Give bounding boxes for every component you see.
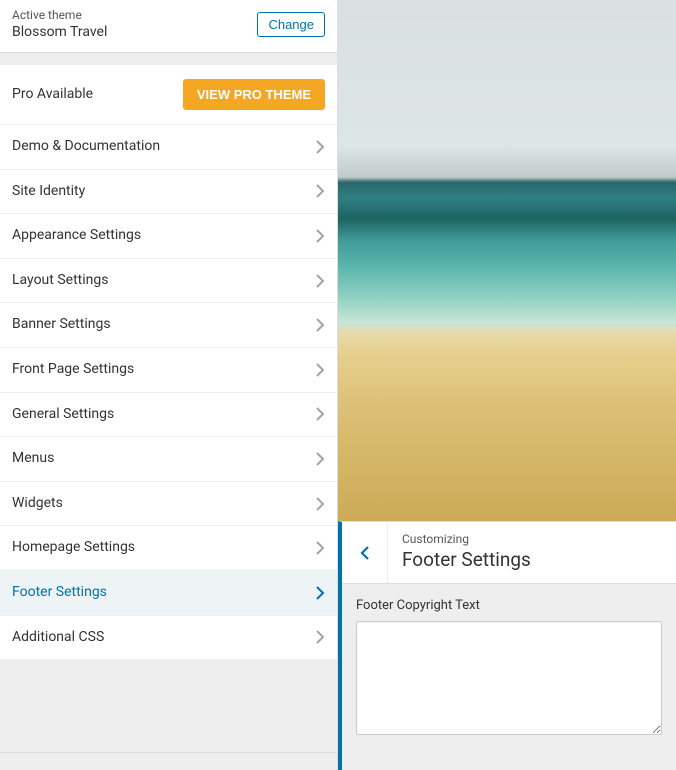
chevron-right-icon [315,497,325,511]
pro-available-label: Pro Available [12,85,93,105]
footer-copyright-textarea[interactable] [356,621,662,735]
nav-item-label: Demo & Documentation [12,137,160,157]
chevron-right-icon [315,541,325,555]
nav-demo-documentation[interactable]: Demo & Documentation [0,125,337,170]
settings-accordion: Pro Available VIEW PRO THEME Demo & Docu… [0,65,337,660]
nav-general-settings[interactable]: General Settings [0,393,337,438]
nav-item-label: Widgets [12,494,63,514]
nav-item-label: Banner Settings [12,315,111,335]
nav-banner-settings[interactable]: Banner Settings [0,303,337,348]
active-theme-label: Active theme [12,8,107,22]
view-pro-theme-button[interactable]: VIEW PRO THEME [183,79,325,110]
active-theme-block: Active theme Blossom Travel Change [0,0,337,53]
bottom-toolbar [0,752,337,770]
chevron-right-icon [315,229,325,243]
spacer [0,53,337,65]
panel-title: Footer Settings [402,548,531,571]
nav-site-identity[interactable]: Site Identity [0,170,337,215]
control-area: Footer Copyright Text [342,584,676,753]
site-preview-image [338,0,676,521]
nav-homepage-settings[interactable]: Homepage Settings [0,526,337,571]
change-theme-button[interactable]: Change [257,12,325,37]
chevron-right-icon [315,274,325,288]
pro-available-row: Pro Available VIEW PRO THEME [0,65,337,125]
chevron-right-icon [315,318,325,332]
nav-item-label: General Settings [12,405,114,425]
preview-area: Customizing Footer Settings Footer Copyr… [338,0,676,770]
nav-item-label: Menus [12,449,54,469]
nav-menus[interactable]: Menus [0,437,337,482]
customizer-sidebar: Active theme Blossom Travel Change Pro A… [0,0,338,770]
nav-item-label: Footer Settings [12,583,107,603]
nav-item-label: Front Page Settings [12,360,134,380]
subpanel-header: Customizing Footer Settings [342,522,676,584]
footer-copyright-label: Footer Copyright Text [356,598,662,613]
chevron-left-icon [359,545,371,561]
nav-footer-settings[interactable]: Footer Settings [0,571,337,616]
chevron-right-icon [315,630,325,644]
chevron-right-icon [315,140,325,154]
chevron-right-icon [315,363,325,377]
chevron-right-icon [315,407,325,421]
nav-item-label: Layout Settings [12,271,108,291]
chevron-right-icon [315,184,325,198]
nav-front-page-settings[interactable]: Front Page Settings [0,348,337,393]
nav-widgets[interactable]: Widgets [0,482,337,527]
breadcrumb: Customizing Footer Settings [388,522,545,583]
footer-settings-panel: Customizing Footer Settings Footer Copyr… [338,521,676,770]
sidebar-fill [0,660,337,752]
nav-appearance-settings[interactable]: Appearance Settings [0,214,337,259]
theme-info: Active theme Blossom Travel [12,8,107,40]
breadcrumb-parent: Customizing [402,532,531,546]
nav-item-label: Additional CSS [12,628,104,648]
nav-item-label: Appearance Settings [12,226,141,246]
nav-item-label: Homepage Settings [12,538,135,558]
back-button[interactable] [342,522,388,583]
chevron-right-icon [315,586,325,600]
nav-item-label: Site Identity [12,182,85,202]
nav-additional-css[interactable]: Additional CSS [0,616,337,661]
nav-layout-settings[interactable]: Layout Settings [0,259,337,304]
chevron-right-icon [315,452,325,466]
theme-name: Blossom Travel [12,24,107,40]
